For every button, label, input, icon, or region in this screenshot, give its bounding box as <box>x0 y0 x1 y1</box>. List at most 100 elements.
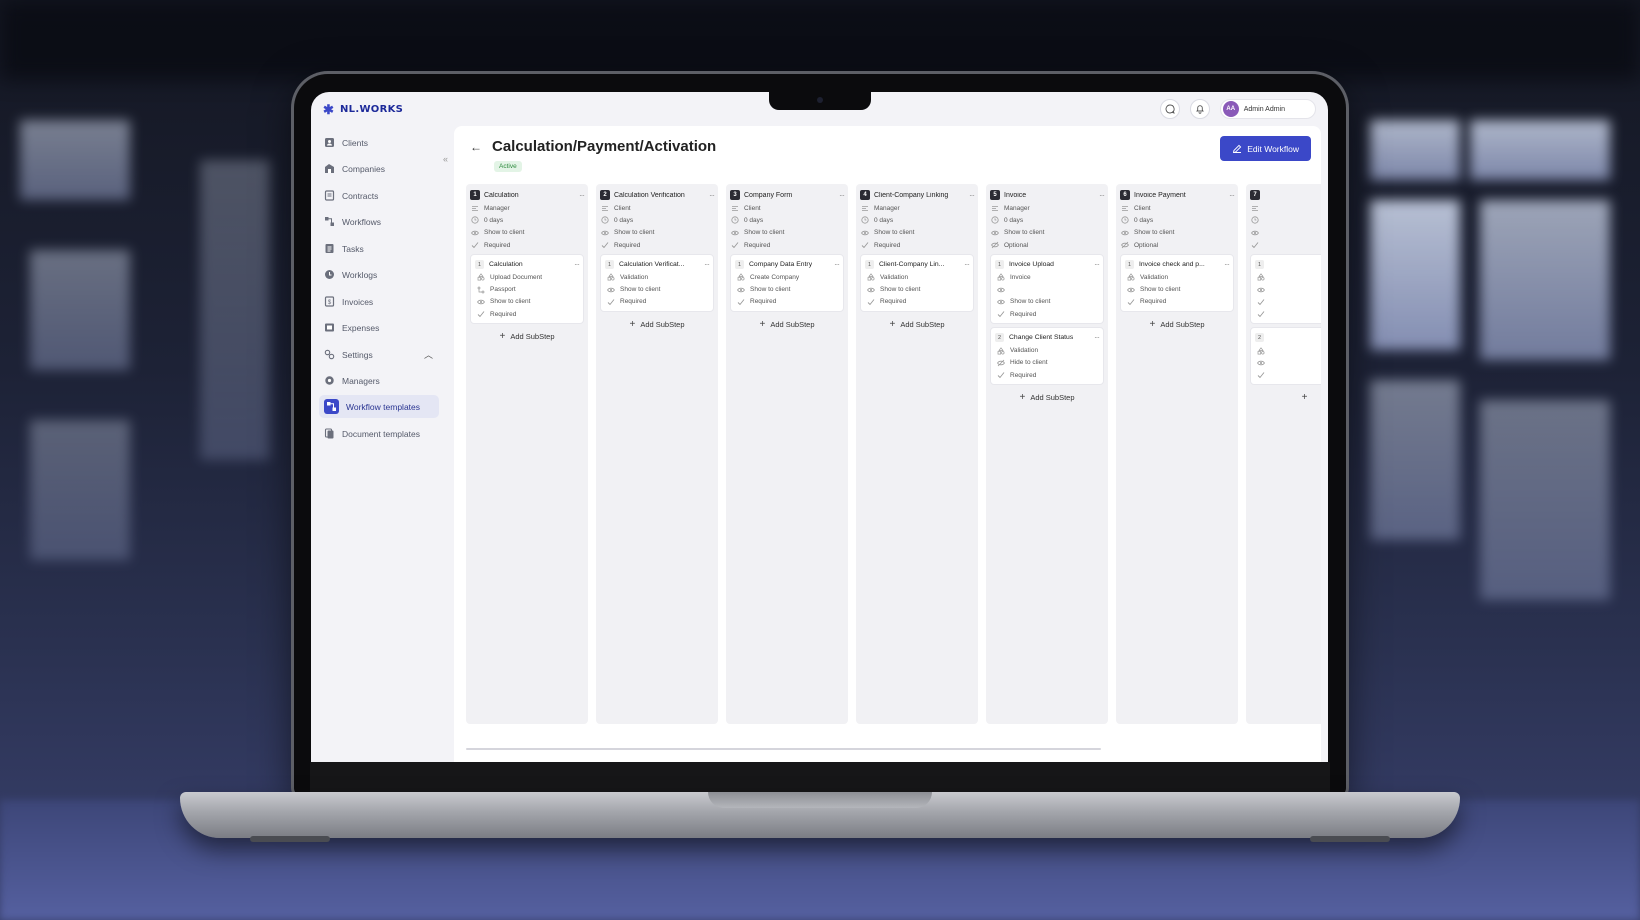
collapse-sidebar-icon[interactable]: « <box>443 154 448 164</box>
meta-text: 0 days <box>1134 216 1154 224</box>
substep-header: 2 ··· <box>1255 331 1321 344</box>
more-options-icon[interactable]: ··· <box>834 260 840 269</box>
substep-card[interactable]: 1 Calculation Verificat... ··· Validatio… <box>600 254 714 313</box>
add-substep-button[interactable]: + Add SubStep <box>470 328 584 345</box>
more-options-icon[interactable]: ··· <box>969 191 975 200</box>
meta-row: Validation <box>995 344 1099 356</box>
meta-text: Passport <box>490 286 516 294</box>
add-substep-button[interactable]: + Add SubStep <box>1120 316 1234 333</box>
eye-icon <box>1127 286 1135 294</box>
sidebar-item-document-templates[interactable]: Document templates <box>319 422 439 445</box>
clock-icon <box>601 216 609 225</box>
meta-row: Required <box>865 296 969 308</box>
step-number: 6 <box>1120 190 1130 200</box>
meta-row: Show to client <box>475 296 579 308</box>
workflow-step-column: 1 Calculation ··· Manager 0 days Show to… <box>466 184 588 724</box>
sidebar-item-invoices[interactable]: $ Invoices <box>319 290 439 313</box>
workflow-step-column: 2 Calculation Verification ··· Client 0 … <box>596 184 718 724</box>
assignee-icon <box>601 204 609 212</box>
meta-row <box>1250 227 1321 239</box>
add-substep-button[interactable]: + <box>1250 389 1321 406</box>
laptop-base <box>180 792 1460 842</box>
substep-card[interactable]: 1 Invoice Upload ··· Invoice Show to cli… <box>990 254 1104 325</box>
edit-workflow-button[interactable]: Edit Workflow <box>1220 136 1311 161</box>
step-title: Invoice Payment <box>1134 191 1186 199</box>
more-options-icon[interactable]: ··· <box>709 191 715 200</box>
workflow-icon <box>324 216 335 227</box>
substep-number: 1 <box>865 260 874 270</box>
meta-text: Client <box>614 204 631 212</box>
add-substep-label: Add SubStep <box>510 332 555 342</box>
sidebar-item-managers[interactable]: Managers <box>319 369 439 392</box>
sidebar-item-contracts[interactable]: Contracts <box>319 184 439 207</box>
chat-button[interactable] <box>1159 99 1180 119</box>
add-substep-button[interactable]: + Add SubStep <box>730 316 844 333</box>
edit-workflow-label: Edit Workflow <box>1247 143 1299 154</box>
app-screen: ✱ NL.WORKS AA Admin Admin « Clients Comp… <box>311 92 1328 762</box>
more-options-icon[interactable]: ··· <box>839 191 845 200</box>
substep-header: 1 Calculation Verificat... ··· <box>605 258 710 271</box>
logo-mark-icon: ✱ <box>323 101 334 117</box>
meta-row: 0 days <box>470 214 584 226</box>
gear-icon <box>324 375 335 386</box>
page-title: Calculation/Payment/Activation <box>492 138 717 155</box>
user-menu[interactable]: AA Admin Admin <box>1219 99 1316 119</box>
add-substep-button[interactable]: + Add SubStep <box>600 316 714 333</box>
substep-header: 2 Change Client Status ··· <box>995 331 1100 344</box>
add-substep-button[interactable]: + Add SubStep <box>990 389 1104 406</box>
add-substep-label: Add SubStep <box>770 320 815 330</box>
substep-card[interactable]: 1 Calculation ··· Upload Document Passpo… <box>470 254 584 325</box>
sidebar-item-worklogs[interactable]: Worklogs <box>319 263 439 286</box>
horizontal-scrollbar[interactable] <box>466 748 1101 750</box>
meta-text: Required <box>614 241 641 249</box>
more-options-icon[interactable]: ··· <box>1094 260 1100 269</box>
meta-text: Show to client <box>490 298 531 306</box>
more-options-icon[interactable]: ··· <box>1094 333 1100 342</box>
sidebar-item-clients[interactable]: Clients <box>319 131 439 154</box>
eye-icon <box>997 286 1005 294</box>
meta-text: 0 days <box>614 216 634 224</box>
more-options-icon[interactable]: ··· <box>574 260 580 269</box>
step-title: Company Form <box>744 191 793 199</box>
more-options-icon[interactable]: ··· <box>1099 191 1105 200</box>
sidebar-item-workflows[interactable]: Workflows <box>319 210 439 233</box>
meta-text: Required <box>750 298 777 306</box>
sidebar-item-label: Workflows <box>342 216 382 227</box>
add-substep-button[interactable]: + Add SubStep <box>860 316 974 333</box>
clock-icon <box>471 216 479 225</box>
clock-icon <box>861 216 869 225</box>
substep-card[interactable]: 2 ··· <box>1250 327 1321 386</box>
meta-text: Client <box>744 204 761 212</box>
notifications-button[interactable] <box>1189 99 1210 119</box>
sidebar-item-tasks[interactable]: Tasks <box>319 237 439 260</box>
eye-icon <box>731 229 739 237</box>
sidebar-item-workflow-templates[interactable]: Workflow templates <box>319 395 439 418</box>
more-options-icon[interactable]: ··· <box>704 260 710 269</box>
meta-text: Required <box>484 241 511 249</box>
add-substep-label: Add SubStep <box>900 320 945 330</box>
meta-text: Required <box>1010 310 1037 318</box>
substep-card[interactable]: 1 Invoice check and p... ··· Validation … <box>1120 254 1234 313</box>
meta-text: 0 days <box>1004 216 1024 224</box>
sidebar-item-companies[interactable]: Companies <box>319 157 439 180</box>
more-options-icon[interactable]: ··· <box>1229 191 1235 200</box>
meta-row: Client <box>730 202 844 214</box>
workflow-step-column: 4 Client-Company Linking ··· Manager 0 d… <box>856 184 978 724</box>
app-logo[interactable]: ✱ NL.WORKS <box>323 103 403 116</box>
substep-title: Client-Company Lin... <box>879 261 945 269</box>
check-icon <box>867 298 875 306</box>
sidebar-item-settings[interactable]: Settings ︿ <box>319 343 439 366</box>
substep-card[interactable]: 1 ··· <box>1250 254 1321 325</box>
step-header: 2 Calculation Verification ··· <box>600 188 715 202</box>
meta-row: Required <box>860 239 974 251</box>
back-arrow-icon[interactable]: ← <box>470 140 482 154</box>
substep-card[interactable]: 1 Client-Company Lin... ··· Validation S… <box>860 254 974 313</box>
clock-icon <box>1121 216 1129 225</box>
substep-card[interactable]: 2 Change Client Status ··· Validation Hi… <box>990 327 1104 386</box>
sidebar-item-expenses[interactable]: Expenses <box>319 316 439 339</box>
more-options-icon[interactable]: ··· <box>1224 260 1230 269</box>
worklog-icon <box>324 269 335 280</box>
more-options-icon[interactable]: ··· <box>964 260 970 269</box>
more-options-icon[interactable]: ··· <box>579 191 585 200</box>
substep-card[interactable]: 1 Company Data Entry ··· Create Company … <box>730 254 844 313</box>
